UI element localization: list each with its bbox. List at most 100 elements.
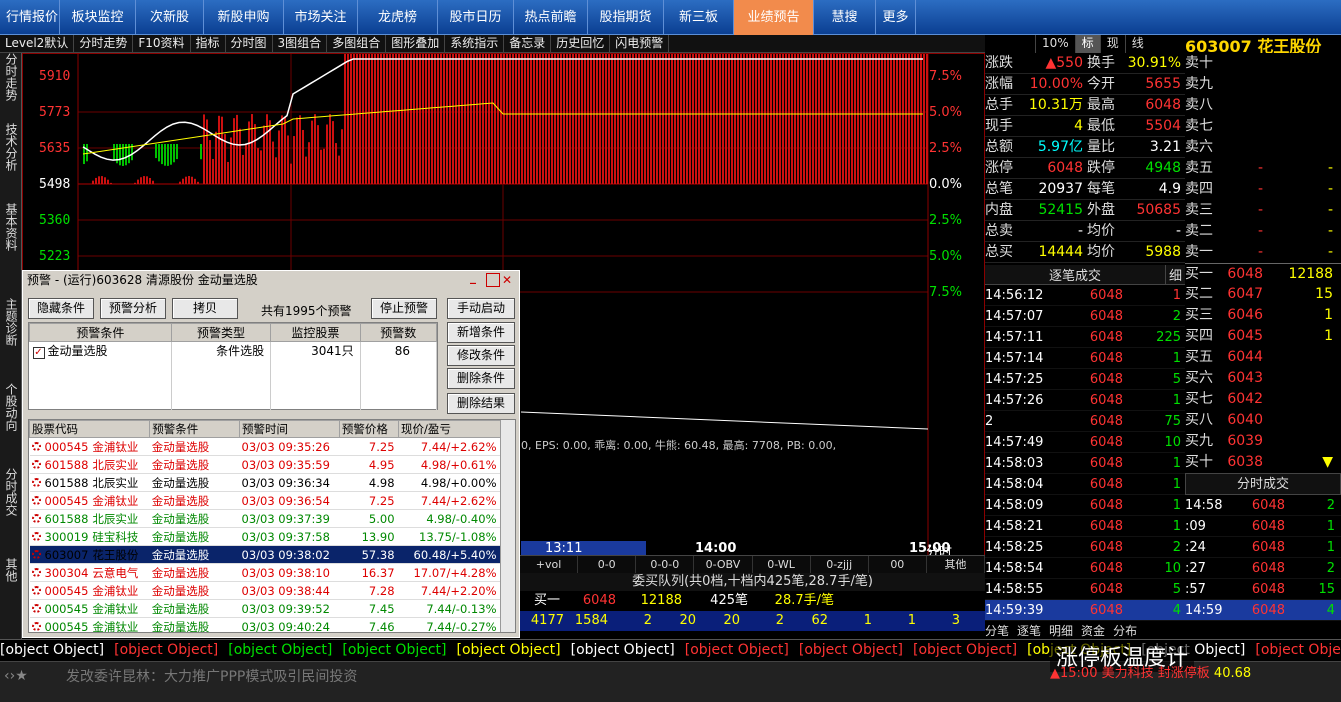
checkbox-checked[interactable]: ✓	[32, 347, 45, 359]
indicator-tab[interactable]: +vol	[520, 556, 579, 573]
trade-tab[interactable]: 分笔	[985, 622, 1009, 640]
index-item[interactable]: [object Object]	[571, 640, 675, 661]
side-tab[interactable]: 分时走势	[3, 53, 20, 101]
nav-tab[interactable]: 更多	[876, 0, 916, 35]
alert-row[interactable]: 000545 金浦钛业 金动量选股 03/03 09:35:26 7.25 7.44/+2…	[29, 437, 501, 456]
quote-tool-item[interactable]: 标	[1074, 35, 1100, 53]
alert-header[interactable]: 预警时间	[239, 420, 340, 438]
toolbar-item[interactable]: 分时走势	[74, 35, 134, 52]
book-row[interactable]: 卖一 - -	[1185, 242, 1341, 263]
nav-tab[interactable]: 新三板	[664, 0, 734, 35]
alert-row[interactable]: 000545 金浦钛业 金动量选股 03/03 09:40:24 7.46 7.44/-0…	[29, 617, 501, 632]
copy-button[interactable]: 拷贝	[172, 298, 238, 319]
quote-tool-item[interactable]: 线	[1124, 35, 1150, 53]
alert-row[interactable]: 000545 金浦钛业 金动量选股 03/03 09:39:52 7.45 7.44/-0…	[29, 599, 501, 618]
index-item[interactable]: [object Object]	[0, 640, 104, 661]
minimize-icon[interactable]: _	[470, 271, 484, 285]
toolbar-item[interactable]: 指标	[191, 35, 226, 52]
news-arrows-icon[interactable]: ‹›★	[4, 668, 28, 684]
alert-header[interactable]: 股票代码	[29, 420, 151, 438]
alert-dialog[interactable]: 预警 - (运行)603628 清源股份 金动量选股 _ ✕ 隐藏条件 预警分析…	[22, 270, 520, 638]
nav-tab[interactable]: 板块监控	[60, 0, 136, 35]
maximize-icon[interactable]	[486, 273, 500, 287]
book-row[interactable]: 买七 6042	[1185, 389, 1341, 410]
toolbar-item[interactable]: 多图组合	[327, 35, 387, 52]
nav-tab[interactable]: 股指期货	[588, 0, 664, 35]
indicator-tab[interactable]: 0-OBV	[694, 556, 753, 573]
book-row[interactable]: 卖四 - -	[1185, 179, 1341, 200]
book-row[interactable]: 买九 6039	[1185, 431, 1341, 452]
book-row[interactable]: 买三 6046 1	[1185, 305, 1341, 326]
trade-tab[interactable]: 明细	[1049, 622, 1073, 640]
book-row[interactable]: 买四 6045 1	[1185, 326, 1341, 347]
nav-tab[interactable]: 新股申购	[204, 0, 284, 35]
quote-tool-item[interactable]: 10%	[1035, 35, 1075, 53]
edit-condition-button[interactable]: 修改条件	[447, 345, 515, 366]
nav-tab[interactable]: 行情报价	[0, 0, 60, 35]
alert-header[interactable]: 预警条件	[149, 420, 240, 438]
book-row[interactable]: 买十 6038 ▼	[1185, 452, 1341, 473]
nav-tab[interactable]: 业绩预告	[734, 0, 814, 35]
book-row[interactable]: 卖五 - -	[1185, 158, 1341, 179]
nav-tab[interactable]: 龙虎榜	[358, 0, 438, 35]
nav-tab[interactable]: 市场关注	[284, 0, 358, 35]
delete-condition-button[interactable]: 删除条件	[447, 368, 515, 389]
book-row[interactable]: 买一 6048 12188	[1185, 263, 1341, 284]
book-row[interactable]: 买二 6047 15	[1185, 284, 1341, 305]
nav-tab[interactable]: 股市日历	[438, 0, 514, 35]
alert-row[interactable]: 300019 硅宝科技 金动量选股 03/03 09:37:58 13.90 13.75/…	[29, 527, 501, 546]
indicator-tab[interactable]: 0-WL	[753, 556, 811, 573]
book-row[interactable]: 卖二 - -	[1185, 221, 1341, 242]
side-tab[interactable]: 主题诊断	[3, 298, 20, 346]
indicator-tab[interactable]: 0-zjjj	[811, 556, 869, 573]
book-row[interactable]: 卖六	[1185, 137, 1341, 158]
manual-start-button[interactable]: 手动启动	[447, 298, 515, 319]
alert-header[interactable]: 预警价格	[338, 420, 400, 438]
trade-tab[interactable]: 分布	[1113, 622, 1137, 640]
news-headline[interactable]: 发改委许昆林：大力推广PPP模式吸引民间投资	[66, 666, 357, 686]
trades-detail-button[interactable]: 细	[1165, 265, 1185, 284]
indicator-tab[interactable]: 其他	[927, 556, 985, 573]
toolbar-item[interactable]: Level2默认	[0, 35, 75, 52]
book-row[interactable]: 卖九	[1185, 74, 1341, 95]
indicator-tab[interactable]: 0-0-0	[636, 556, 695, 573]
nav-tab[interactable]: 热点前瞻	[514, 0, 588, 35]
toolbar-item[interactable]: F10资料	[133, 35, 191, 52]
nav-tab[interactable]: 慧搜	[814, 0, 876, 35]
alert-row[interactable]: 000545 金浦钛业 金动量选股 03/03 09:38:44 7.28 7.44/+2…	[29, 581, 501, 600]
trade-tab[interactable]: 逐笔	[1017, 622, 1041, 640]
book-row[interactable]: 卖三 - -	[1185, 200, 1341, 221]
alert-row[interactable]: 000545 金浦钛业 金动量选股 03/03 09:36:54 7.25 7.44/+2…	[29, 491, 501, 510]
book-row[interactable]: 卖七	[1185, 116, 1341, 137]
alert-row[interactable]: 601588 北辰实业 金动量选股 03/03 09:35:59 4.95 4.98/+0…	[29, 455, 501, 474]
toolbar-item[interactable]: 分时图	[226, 35, 273, 52]
toolbar-item[interactable]: 历史回忆	[551, 35, 611, 52]
stop-alert-button[interactable]: 停止预警	[371, 298, 437, 319]
book-row[interactable]: 卖八	[1185, 95, 1341, 116]
book-row[interactable]: 买六 6043	[1185, 368, 1341, 389]
alert-header[interactable]: 现价/盈亏	[398, 420, 501, 438]
side-tab[interactable]: 其他	[3, 558, 20, 582]
hide-condition-button[interactable]: 隐藏条件	[28, 298, 94, 319]
side-tab[interactable]: 技术分析	[3, 123, 20, 171]
trade-tab[interactable]: 资金	[1081, 622, 1105, 640]
side-tab[interactable]: 分时成交	[3, 468, 20, 516]
alert-row[interactable]: 601588 北辰实业 金动量选股 03/03 09:36:34 4.98 4.98/+0…	[29, 473, 501, 492]
quote-tool-item[interactable]: 现	[1099, 35, 1125, 53]
toolbar-item[interactable]: 图形叠加	[386, 35, 446, 52]
toolbar-item[interactable]: 闪电预警	[610, 35, 670, 52]
toolbar-item[interactable]: 系统指示	[445, 35, 505, 52]
book-row[interactable]: 买八 6040	[1185, 410, 1341, 431]
alert-analysis-button[interactable]: 预警分析	[100, 298, 166, 319]
toolbar-item[interactable]: 备忘录	[504, 35, 552, 52]
side-tab[interactable]: 基本资料	[3, 203, 20, 251]
side-tab[interactable]: 个股动向	[3, 383, 20, 431]
scrollbar[interactable]	[500, 420, 515, 632]
condition-row[interactable]: ✓ 金动量选股 条件选股 3041只 86	[29, 341, 438, 359]
book-row[interactable]: 卖十	[1185, 53, 1341, 74]
indicator-tab[interactable]: 0-0	[578, 556, 637, 573]
book-row[interactable]: 买五 6044	[1185, 347, 1341, 368]
indicator-tab[interactable]: 00	[869, 556, 927, 573]
toolbar-item[interactable]: 3图组合	[273, 35, 328, 52]
delete-result-button[interactable]: 删除结果	[447, 393, 515, 414]
